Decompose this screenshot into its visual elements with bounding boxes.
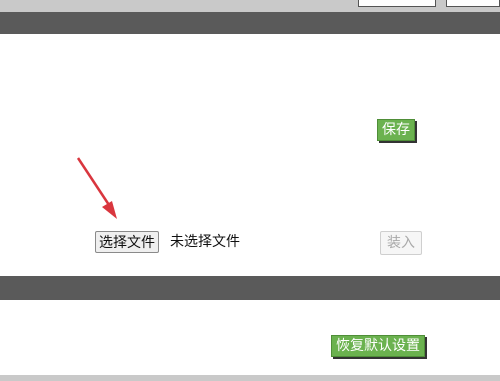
load-button[interactable]: 装入 bbox=[380, 231, 422, 255]
bottom-strip bbox=[0, 375, 500, 381]
section-header-band-2 bbox=[0, 276, 500, 300]
red-arrow-annotation bbox=[76, 157, 117, 219]
choose-file-button[interactable]: 选择文件 bbox=[95, 231, 159, 253]
restore-defaults-button[interactable]: 恢复默认设置 bbox=[331, 335, 425, 357]
file-status-text: 未选择文件 bbox=[170, 234, 240, 250]
